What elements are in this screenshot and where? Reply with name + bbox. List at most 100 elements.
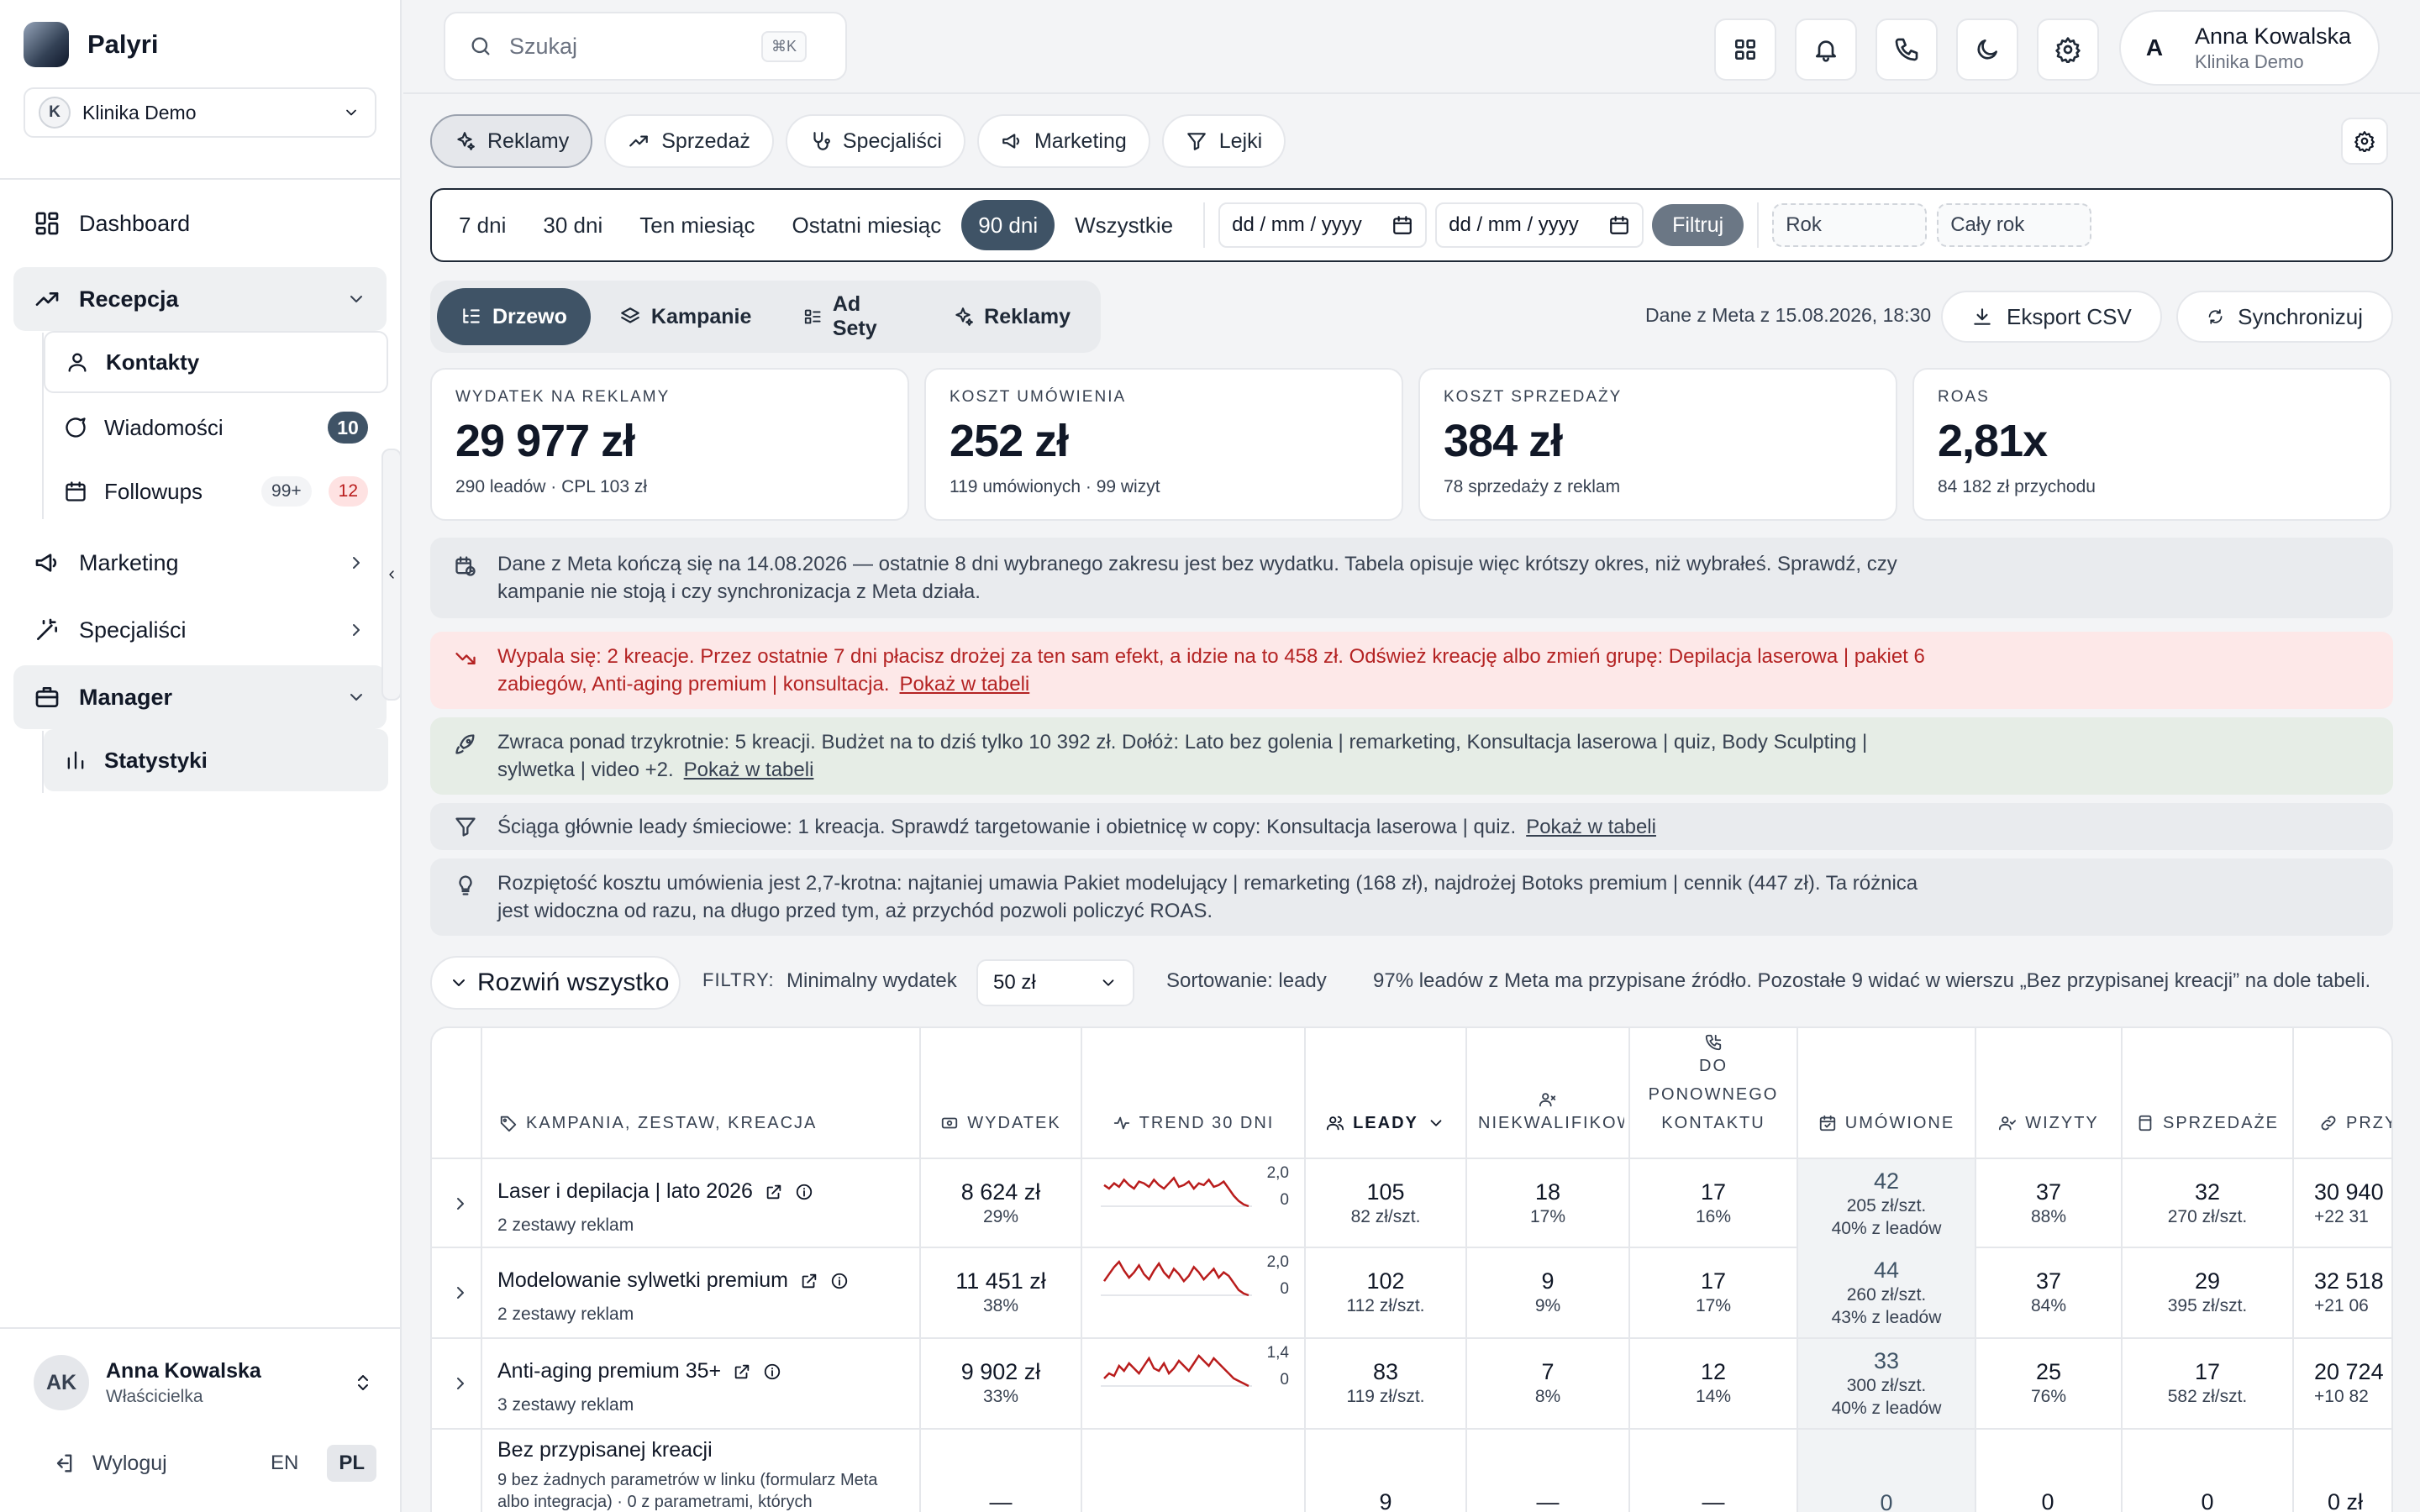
brand[interactable]: Palyri <box>24 22 158 67</box>
range-90d[interactable]: 90 dni <box>961 200 1055 250</box>
header-name[interactable]: KAMPANIA, ZESTAW, KREACJA <box>482 1028 919 1158</box>
show-in-table-link[interactable]: Pokaż w tabeli <box>1526 816 1656 838</box>
sidebar: Palyri K Klinika Demo Dashboard Recepcja… <box>0 0 402 1512</box>
header-sales[interactable]: SPRZEDAŻE <box>2123 1028 2292 1158</box>
lang-pl-button[interactable]: PL <box>327 1445 376 1482</box>
campaign-name[interactable]: Laser i depilacja | lato 2026 <box>497 1179 753 1204</box>
gear-icon <box>2055 37 2081 63</box>
header-visits[interactable]: WIZYTY <box>1976 1028 2121 1158</box>
header-booked[interactable]: UMÓWIONE <box>1798 1028 1975 1158</box>
campaign-name[interactable]: Modelowanie sylwetki premium <box>497 1268 788 1293</box>
external-link-icon[interactable] <box>765 1183 783 1201</box>
filter-button[interactable]: Filtruj <box>1652 204 1744 246</box>
phone-button[interactable] <box>1876 18 1938 81</box>
search-bar[interactable]: ⌘K <box>444 12 847 81</box>
header-unqualified[interactable]: NIEKWALIFIKOWA <box>1467 1028 1628 1158</box>
trending-up-icon <box>35 292 59 306</box>
info-icon[interactable] <box>763 1362 781 1381</box>
user-profile-button[interactable]: A Anna Kowalska Klinika Demo <box>2119 10 2380 86</box>
year-select[interactable]: Rok <box>1772 203 1928 247</box>
external-link-icon[interactable] <box>800 1272 818 1290</box>
settings-button[interactable] <box>2037 18 2099 81</box>
view-tab-drzewo[interactable]: Drzewo <box>437 288 591 345</box>
header-revenue[interactable]: PRZYCHÓD <box>2294 1028 2393 1158</box>
tab-sprzedaz[interactable]: Sprzedaż <box>604 114 774 168</box>
sidebar-item-specjalisci[interactable]: Specjaliści <box>13 598 387 662</box>
sidebar-item-followups[interactable]: Followups 99+ 12 <box>44 460 388 522</box>
sidebar-item-marketing[interactable]: Marketing <box>13 531 387 595</box>
view-tab-adsety[interactable]: Ad Sety <box>780 288 923 345</box>
tab-lejki[interactable]: Lejki <box>1161 114 1286 168</box>
header-label: PRZYCHÓD <box>2346 1114 2393 1132</box>
date-from-input[interactable]: dd / mm / yyyy <box>1218 202 1428 248</box>
header-recontact[interactable]: DO PONOWNEGO KONTAKTU <box>1630 1028 1797 1158</box>
tab-marketing[interactable]: Marketing <box>976 114 1150 168</box>
tab-reklamy[interactable]: Reklamy <box>430 114 593 168</box>
info-icon[interactable] <box>795 1183 813 1201</box>
view-tab-reklamy[interactable]: Reklamy <box>929 288 1094 345</box>
stats-settings-button[interactable] <box>2341 118 2388 165</box>
sidebar-divider <box>0 1327 400 1329</box>
range-this-month[interactable]: Ten miesiąc <box>623 200 771 250</box>
sidebar-item-statystyki[interactable]: Statystyki <box>44 729 388 791</box>
export-csv-button[interactable]: Eksport CSV <box>1941 291 2162 343</box>
show-in-table-link[interactable]: Pokaż w tabeli <box>684 759 814 781</box>
banknote-icon <box>942 1117 958 1129</box>
header-label: UMÓWIONE <box>1844 1114 1955 1132</box>
range-all[interactable]: Wszystkie <box>1058 200 1190 250</box>
sidebar-item-kontakty[interactable]: Kontakty <box>44 331 388 393</box>
campaign-name[interactable]: Anti-aging premium 35+ <box>497 1359 721 1383</box>
value: 32 <box>2194 1179 2221 1205</box>
header-leads[interactable]: LEADY <box>1306 1028 1465 1158</box>
min-spend-label: Minimalny wydatek <box>786 969 957 992</box>
date-to-input[interactable]: dd / mm / yyyy <box>1435 202 1644 248</box>
subvalue: 76% <box>2030 1387 2067 1406</box>
theme-toggle-button[interactable] <box>1956 18 2018 81</box>
tab-specjalisci[interactable]: Specjaliści <box>785 114 965 168</box>
range-7d[interactable]: 7 dni <box>442 200 523 250</box>
external-link-icon[interactable] <box>733 1362 751 1381</box>
campaign-subtitle: 3 zestawy reklam <box>497 1395 634 1415</box>
sidebar-divider <box>0 178 400 180</box>
show-in-table-link[interactable]: Pokaż w tabeli <box>900 673 1030 696</box>
value: 83 <box>1372 1359 1399 1384</box>
user-name: Anna Kowalska <box>106 1358 261 1383</box>
header-spend[interactable]: WYDATEK <box>921 1028 1081 1158</box>
sidebar-item-recepcja[interactable]: Recepcja <box>13 267 387 331</box>
apps-button[interactable] <box>1714 18 1776 81</box>
app-name: Palyri <box>87 29 159 59</box>
range-last-month[interactable]: Ostatni miesiąc <box>776 200 959 250</box>
lang-en-button[interactable]: EN <box>259 1445 310 1482</box>
view-tab-kampanie[interactable]: Kampanie <box>596 288 775 345</box>
value: — <box>989 1488 1013 1512</box>
chevron-right-icon[interactable] <box>450 1283 471 1303</box>
sidebar-item-wiadomosci[interactable]: Wiadomości 10 <box>44 396 388 459</box>
chevron-right-icon[interactable] <box>450 1373 471 1394</box>
sync-button[interactable]: Synchronizuj <box>2176 291 2393 343</box>
logout-icon[interactable] <box>52 1452 76 1475</box>
booked-cell: 33 300 zł/szt. 40% z leadów <box>1798 1339 1975 1428</box>
range-30d[interactable]: 30 dni <box>526 200 619 250</box>
expand-all-button[interactable]: Rozwiń wszystko <box>430 956 681 1010</box>
sidebar-item-manager[interactable]: Manager <box>13 665 387 729</box>
info-icon[interactable] <box>830 1272 849 1290</box>
value: 9 <box>1541 1268 1555 1294</box>
sidebar-item-label: Wiadomości <box>104 414 224 440</box>
revenue-cell: 20 724 +10 82 <box>2314 1339 2391 1428</box>
trend-max-label: 2,0 <box>1266 1164 1289 1182</box>
user-menu[interactable]: AK Anna Kowalska Właścicielka <box>34 1346 373 1420</box>
period-select[interactable]: Cały rok <box>1937 203 2092 247</box>
sidebar-item-dashboard[interactable]: Dashboard <box>13 192 387 255</box>
logout-button[interactable]: Wyloguj <box>92 1452 242 1476</box>
phone-callback-icon <box>1705 1034 1722 1051</box>
notifications-button[interactable] <box>1795 18 1857 81</box>
trend-min-label: 0 <box>1280 1371 1289 1389</box>
clinic-selector[interactable]: K Klinika Demo <box>24 87 376 138</box>
visits-cell: 25 76% <box>1976 1339 2121 1428</box>
megaphone-icon <box>1002 134 1019 149</box>
sidebar-collapse-handle[interactable] <box>381 449 402 701</box>
min-spend-select[interactable]: 50 zł <box>976 959 1134 1006</box>
chevron-right-icon[interactable] <box>450 1194 471 1214</box>
search-input[interactable] <box>509 33 744 60</box>
sales-cell: 29 395 zł/szt. <box>2123 1248 2292 1337</box>
